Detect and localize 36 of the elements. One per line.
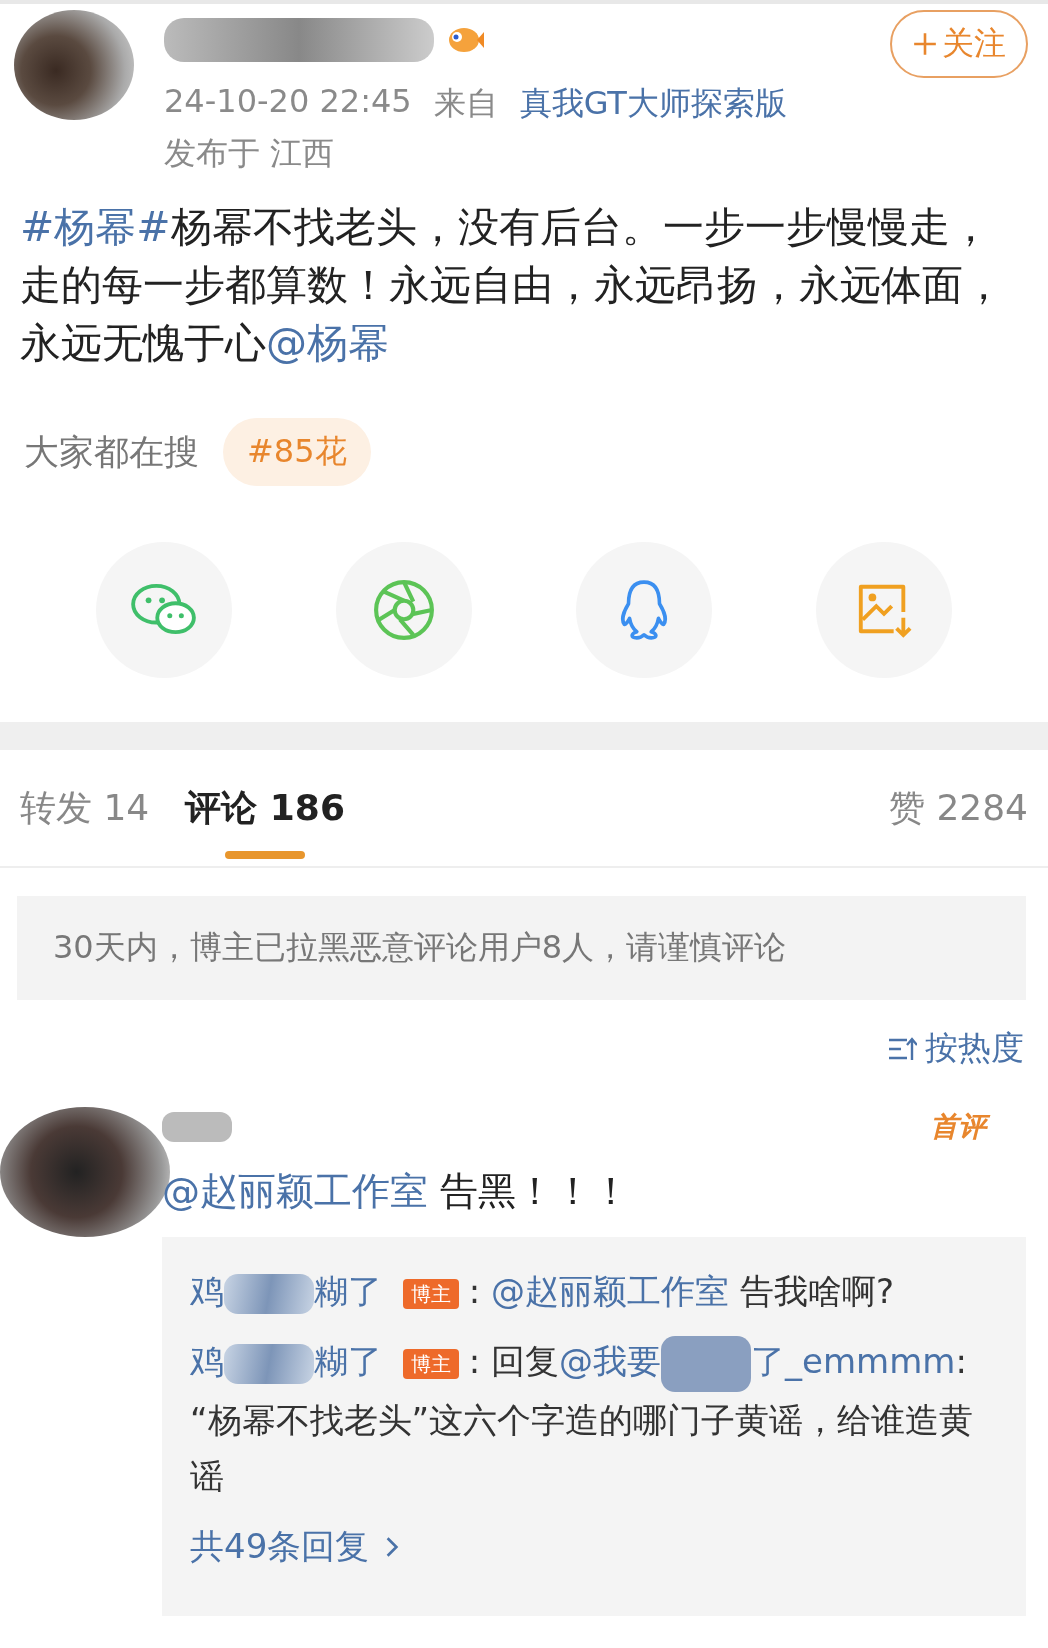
plus-icon xyxy=(912,31,938,57)
post-location: 发布于 江西 xyxy=(164,133,336,174)
mention-link[interactable]: @赵丽颖工作室 xyxy=(491,1271,730,1311)
reply-author[interactable]: 鸡 xyxy=(190,1271,224,1311)
mention-link[interactable]: @杨幂 xyxy=(266,319,389,367)
chevron-right-icon xyxy=(385,1535,400,1558)
search-label: 大家都在搜 xyxy=(24,430,199,474)
follow-button[interactable]: 关注 xyxy=(890,10,1028,78)
reply-text: 鸡 糊了 博主 : @赵丽颖工作室 告我啥啊? xyxy=(190,1263,992,1319)
author-badge: 博主 xyxy=(402,1278,459,1309)
penguin-icon xyxy=(618,579,670,641)
sort-button[interactable]: 按热度 xyxy=(887,1020,1024,1077)
source-label: 来自 xyxy=(433,83,498,124)
mention-link[interactable]: @我要 xyxy=(559,1341,662,1381)
search-tag[interactable]: #85花 xyxy=(223,418,371,486)
reply-text: 鸡 糊了 博主 : 回复@我要 了_emmmm: “杨幂不找老头”这六个字造的哪门子黄谣，给谁造黄谣 xyxy=(190,1333,992,1504)
mention-link[interactable]: 了_emmmm xyxy=(751,1341,956,1381)
more-replies-link[interactable]: 共49条回复 xyxy=(190,1517,400,1576)
sort-icon xyxy=(887,1035,917,1062)
post-timestamp: 24-10-20 22:45 xyxy=(164,82,412,122)
comment-text: @赵丽颖工作室 告黑！！！ xyxy=(162,1168,632,1215)
likes-count[interactable]: 赞 2284 xyxy=(888,783,1028,833)
tab[interactable]: 评论 186 xyxy=(185,757,345,859)
author-badge: 博主 xyxy=(402,1348,459,1379)
chat-bubbles-icon xyxy=(130,583,198,637)
aperture-icon xyxy=(373,579,435,641)
post-text: #杨幂#杨幂不找老头，没有后台。一步一步慢慢走，走的每一步都算数！永远自由，永远昂扬，永远体面，永远无愧于心@杨幂 xyxy=(19,202,1005,369)
reply-author[interactable]: 糊了 xyxy=(314,1341,382,1381)
tab[interactable]: 转发 14 xyxy=(20,757,150,859)
first-comment-label: 首评 xyxy=(924,1107,992,1147)
notice-text: 30天内，博主已拉黑恶意评论用户8人，请谨慎评论 xyxy=(53,927,787,968)
mention-link[interactable]: @赵丽颖工作室 xyxy=(162,1169,428,1213)
source-link[interactable]: 真我GT大师探索版 xyxy=(519,82,787,126)
reply-author[interactable]: 鸡 xyxy=(190,1341,224,1381)
reply-author[interactable]: 糊了 xyxy=(314,1271,382,1311)
topic-link[interactable]: #杨幂# xyxy=(20,203,171,251)
